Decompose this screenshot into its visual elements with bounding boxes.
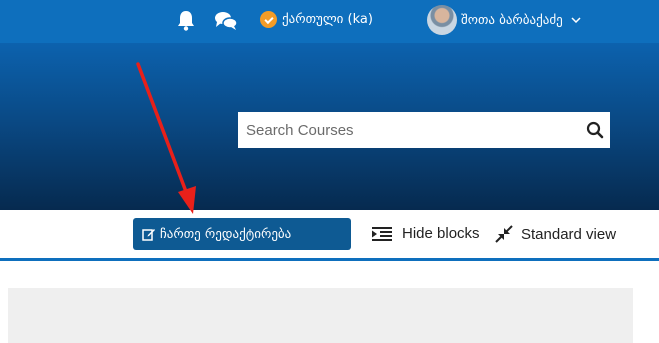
language-badge-icon — [260, 11, 277, 28]
content-region — [8, 288, 633, 343]
edit-icon — [142, 229, 155, 241]
indent-icon — [372, 226, 392, 241]
turn-editing-on-label: ჩართე რედაქტირება — [160, 226, 292, 242]
top-navbar: ქართული (ka) შოთა ბარბაქაძე — [0, 0, 659, 43]
search-input[interactable] — [244, 120, 578, 140]
turn-editing-on-button[interactable]: ჩართე რედაქტირება — [133, 218, 351, 250]
user-menu[interactable]: შოთა ბარბაქაძე — [427, 5, 581, 35]
page-toolbar: ჩართე რედაქტირება Hide blocks Standard v… — [0, 210, 659, 258]
user-name: შოთა ბარბაქაძე — [461, 12, 563, 28]
hide-blocks-link[interactable]: Hide blocks — [372, 225, 480, 242]
hide-blocks-label: Hide blocks — [402, 225, 480, 242]
search-icon[interactable] — [586, 121, 604, 139]
user-avatar — [427, 5, 457, 35]
bell-icon[interactable] — [176, 9, 196, 31]
chat-bubbles-icon[interactable] — [214, 10, 238, 32]
language-menu[interactable]: ქართული (ka) — [260, 11, 373, 28]
page-header — [0, 43, 659, 210]
standard-view-link[interactable]: Standard view — [495, 225, 616, 243]
compress-icon — [495, 225, 513, 243]
standard-view-label: Standard view — [521, 225, 617, 243]
search-box — [238, 112, 610, 148]
chevron-down-icon — [571, 17, 581, 23]
toolbar-divider — [0, 258, 659, 261]
language-label: ქართული (ka) — [282, 12, 373, 27]
